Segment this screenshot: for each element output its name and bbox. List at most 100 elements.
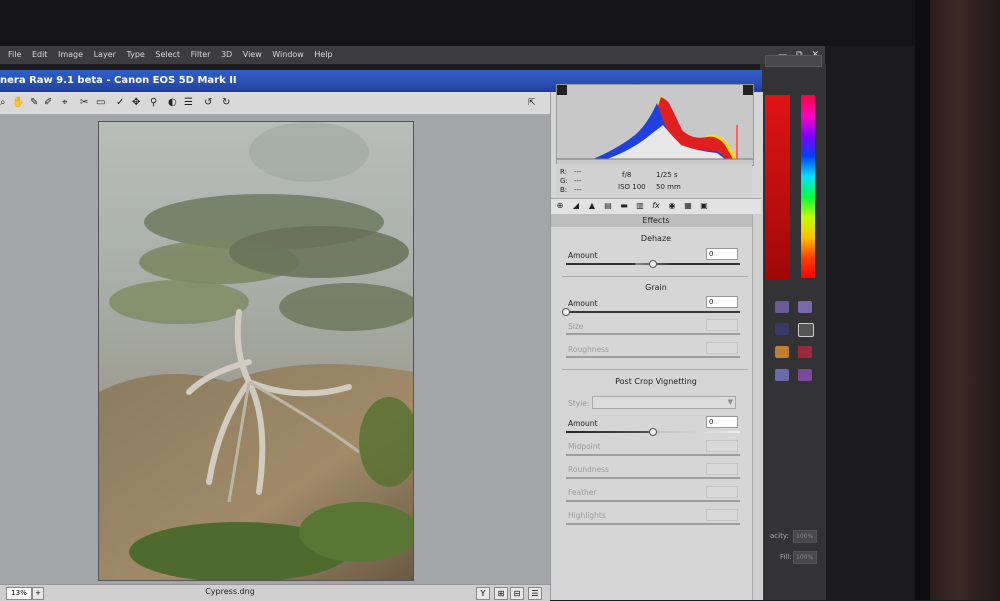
- r-label: R:: [560, 168, 568, 176]
- grain-size-field: [706, 319, 738, 331]
- menu-type[interactable]: Type: [126, 46, 144, 64]
- histogram: [556, 84, 754, 166]
- vignette-midpoint-field: [706, 440, 738, 452]
- dehaze-amount-slider[interactable]: [649, 260, 657, 268]
- grain-amount-slider[interactable]: [562, 308, 570, 316]
- tab-snapshots-icon[interactable]: ▣: [699, 201, 709, 211]
- filename-label: Cypress.dng: [205, 587, 255, 596]
- grain-amount-track[interactable]: [566, 311, 740, 313]
- projector-top-border: [0, 0, 1000, 46]
- g-value: ---: [574, 177, 582, 185]
- preferences-icon[interactable]: ☰: [184, 97, 193, 109]
- photoshop-menubar: File Edit Image Layer Type Select Filter…: [0, 46, 825, 64]
- spot-removal-tool-icon[interactable]: ✓: [116, 97, 124, 109]
- red-eye-tool-icon[interactable]: ✥: [132, 97, 140, 109]
- vignette-amount-slider[interactable]: [649, 428, 657, 436]
- panel-tab-strip: ⊕ ◢ ▲ ▤ ▬ ▥ fx ◉ ▦ ▣: [551, 198, 761, 215]
- vignette-highlights-track: [566, 523, 740, 525]
- shutter-speed: 1/25 s: [656, 171, 678, 179]
- fill-field[interactable]: 100%: [793, 551, 817, 564]
- view-compare-button[interactable]: ⊞: [494, 587, 508, 600]
- b-label: B:: [560, 186, 568, 194]
- vignette-title: Post Crop Vignetting: [615, 377, 697, 386]
- tab-presets-icon[interactable]: ▦: [683, 201, 693, 211]
- menu-help[interactable]: Help: [314, 46, 332, 64]
- menu-3d[interactable]: 3D: [221, 46, 232, 64]
- vignette-amount-field[interactable]: 0: [706, 416, 738, 428]
- vignette-highlights-label: Highlights: [568, 511, 606, 520]
- targeted-adjustment-tool-icon[interactable]: ⌖: [62, 97, 68, 109]
- iso: ISO 100: [618, 183, 646, 191]
- hue-slider[interactable]: [801, 95, 815, 278]
- vignette-midpoint-track: [566, 454, 740, 456]
- color-sampler-tool-icon[interactable]: ✐: [44, 97, 52, 109]
- vignette-roundness-field: [706, 463, 738, 475]
- tab-tone-curve-icon[interactable]: ◢: [571, 201, 581, 211]
- panel-icon-color[interactable]: [775, 323, 789, 335]
- tab-basic-icon[interactable]: ⊕: [555, 201, 565, 211]
- zoom-tool-icon[interactable]: ⌕: [0, 97, 6, 109]
- white-balance-tool-icon[interactable]: ✎: [30, 97, 38, 109]
- panel-icon-brush[interactable]: [775, 369, 789, 381]
- menu-layer[interactable]: Layer: [94, 46, 116, 64]
- shadow-clipping-icon: [557, 85, 567, 95]
- panel-scrollbar[interactable]: [752, 214, 762, 600]
- tab-split-toning-icon[interactable]: ▬: [619, 201, 629, 211]
- tab-hsl-icon[interactable]: ▤: [603, 201, 613, 211]
- tab-camera-calibration-icon[interactable]: ◉: [667, 201, 677, 211]
- room-wall: [930, 0, 1000, 600]
- view-y-button[interactable]: Y: [476, 587, 490, 600]
- vignette-style-select: ▼: [592, 396, 736, 409]
- grain-title: Grain: [645, 283, 667, 292]
- rotate-left-icon[interactable]: ↺: [204, 97, 212, 109]
- vignette-midpoint-label: Midpoint: [568, 442, 601, 451]
- color-picker-field[interactable]: [765, 95, 790, 280]
- panel-icon-adjust[interactable]: [798, 346, 812, 358]
- menu-view[interactable]: View: [243, 46, 262, 64]
- opacity-field[interactable]: 100%: [793, 530, 817, 543]
- graduated-filter-icon[interactable]: ◐: [168, 97, 177, 109]
- crop-tool-icon[interactable]: ✂: [80, 97, 88, 109]
- fullscreen-icon[interactable]: ⇱: [528, 97, 536, 109]
- vignette-roundness-label: Roundness: [568, 465, 609, 474]
- b-value: ---: [574, 186, 582, 194]
- dehaze-amount-field[interactable]: 0: [706, 248, 738, 260]
- fill-label: Fill:: [780, 553, 792, 561]
- menu-window[interactable]: Window: [272, 46, 304, 64]
- vignette-feather-label: Feather: [568, 488, 597, 497]
- divider: [562, 276, 748, 277]
- view-settings-button[interactable]: ☰: [528, 587, 542, 600]
- vignette-roundness-track: [566, 477, 740, 479]
- vignette-style-label: Style:: [568, 399, 590, 408]
- tab-detail-icon[interactable]: ▲: [587, 201, 597, 211]
- adjustment-brush-icon[interactable]: ⚲: [150, 97, 157, 109]
- menu-filter[interactable]: Filter: [191, 46, 211, 64]
- menu-select[interactable]: Select: [155, 46, 180, 64]
- panel-icon-histogram[interactable]: [775, 301, 789, 313]
- menu-file[interactable]: File: [8, 46, 21, 64]
- highlight-clipping-icon: [743, 85, 753, 95]
- panel-icon-swatch[interactable]: [798, 323, 814, 337]
- panel-icon-styles[interactable]: [775, 346, 789, 358]
- workspace-dropdown[interactable]: [765, 55, 822, 67]
- grain-amount-label: Amount: [568, 299, 598, 308]
- tab-lens-icon[interactable]: ▥: [635, 201, 645, 211]
- menu-image[interactable]: Image: [58, 46, 83, 64]
- view-swap-button[interactable]: ⊟: [510, 587, 524, 600]
- tab-effects-icon[interactable]: fx: [651, 201, 661, 211]
- panel-icon-levels[interactable]: [798, 301, 812, 313]
- dehaze-title: Dehaze: [640, 234, 672, 243]
- panel-icon-channels[interactable]: [798, 369, 812, 381]
- vignette-feather-track: [566, 500, 740, 502]
- opacity-label: acity:: [770, 532, 789, 540]
- menu-edit[interactable]: Edit: [32, 46, 48, 64]
- straighten-tool-icon[interactable]: ▭: [96, 97, 105, 109]
- dehaze-amount-label: Amount: [568, 251, 598, 260]
- dialog-title: nera Raw 9.1 beta - Canon EOS 5D Mark II: [0, 75, 237, 86]
- grain-amount-field[interactable]: 0: [706, 296, 738, 308]
- hand-tool-icon[interactable]: ✋: [12, 97, 24, 109]
- grain-roughness-track: [566, 356, 740, 358]
- rotate-right-icon[interactable]: ↻: [222, 97, 230, 109]
- grain-roughness-label: Roughness: [568, 345, 609, 354]
- divider: [562, 369, 748, 370]
